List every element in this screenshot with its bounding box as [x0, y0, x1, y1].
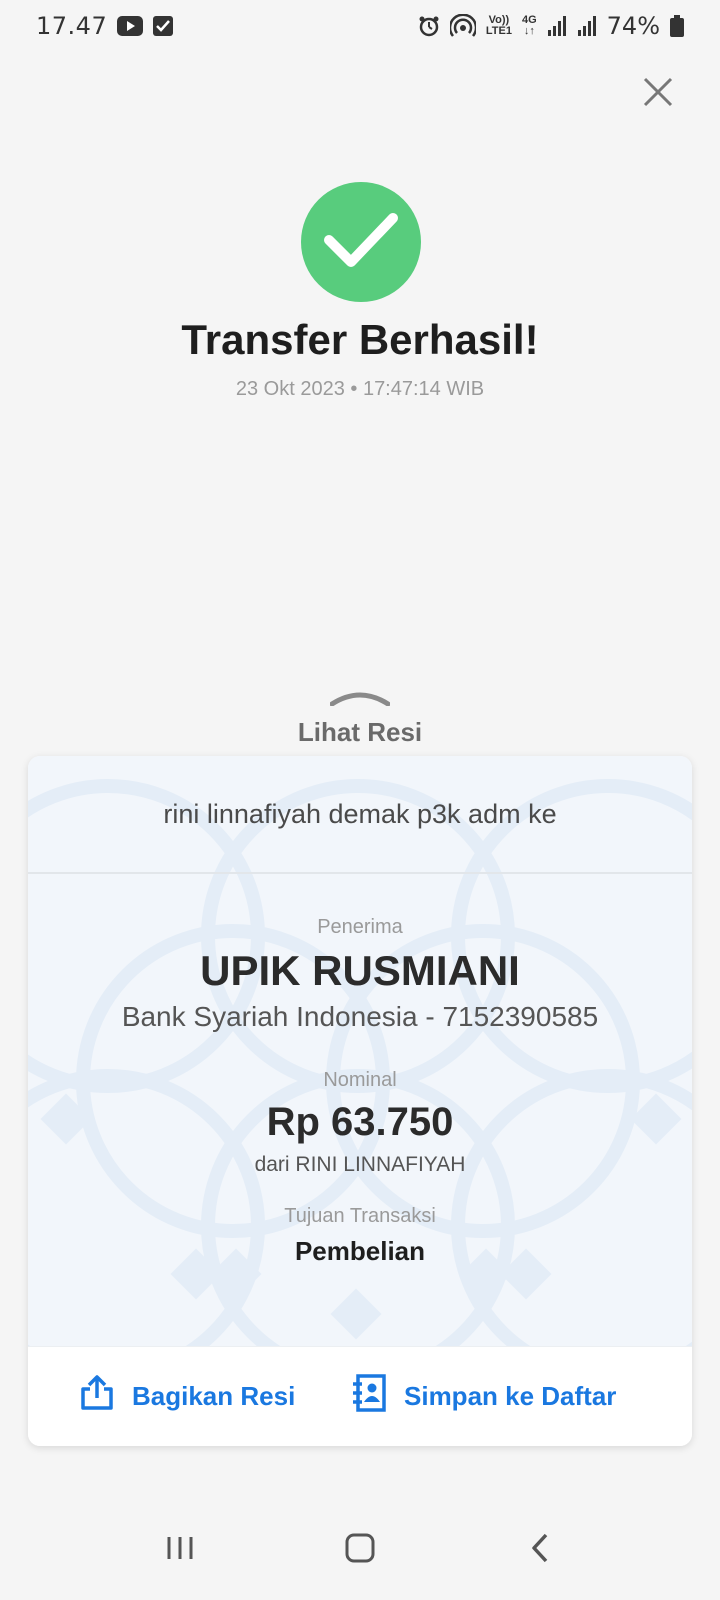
receipt-details: Penerima UPIK RUSMIANI Bank Syariah Indo…	[28, 874, 692, 1267]
transfer-note: rini linnafiyah demak p3k adm ke	[28, 756, 692, 874]
share-receipt-button[interactable]: Bagikan Resi	[80, 1375, 295, 1418]
save-to-list-button[interactable]: Simpan ke Daftar	[352, 1374, 616, 1419]
transfer-amount: Rp 63.750	[266, 1100, 454, 1144]
receipt-card: rini linnafiyah demak p3k adm ke Penerim…	[28, 756, 692, 1446]
receipt-actions: Bagikan Resi Simpan ke Daftar	[28, 1346, 692, 1446]
purpose-label: Tujuan Transaksi	[284, 1205, 436, 1227]
chevron-up-icon	[329, 690, 391, 711]
success-badge	[301, 182, 421, 302]
view-receipt-label: Lihat Resi	[297, 717, 423, 747]
checkbox-icon	[153, 16, 174, 36]
transaction-purpose: Pembelian	[294, 1236, 426, 1266]
close-button[interactable]	[638, 74, 678, 114]
recents-button[interactable]	[150, 1520, 210, 1580]
back-button[interactable]	[510, 1520, 570, 1580]
page-title: Transfer Berhasil!	[181, 316, 539, 363]
home-icon	[345, 1533, 375, 1568]
view-receipt-toggle[interactable]: Lihat Resi	[0, 690, 720, 748]
back-icon	[530, 1533, 550, 1568]
hotspot-icon	[449, 14, 476, 38]
navigation-bar	[0, 1500, 720, 1600]
battery-icon	[670, 15, 684, 37]
status-right: Vo)) LTE1 4G ↓↑ 74%	[418, 12, 684, 40]
lte-label: LTE1	[485, 25, 512, 37]
recents-icon	[166, 1535, 194, 1566]
youtube-icon	[117, 16, 144, 36]
status-left: 17.47	[36, 12, 174, 40]
transaction-datetime: 23 Okt 2023 • 17:47:14 WIB	[235, 378, 485, 400]
checkmark-icon	[321, 208, 401, 277]
volte-icon: Vo)) LTE1	[486, 15, 512, 37]
battery-percent: 74%	[606, 12, 660, 40]
close-icon	[643, 77, 673, 112]
signal-icon	[547, 16, 567, 36]
share-icon	[80, 1375, 114, 1418]
status-time: 17.47	[36, 12, 108, 40]
contact-book-icon	[352, 1374, 386, 1419]
recipient-name: UPIK RUSMIANI	[200, 947, 520, 994]
recipient-label: Penerima	[317, 916, 403, 938]
amount-label: Nominal	[323, 1069, 397, 1091]
sender-name: dari RINI LINNAFIYAH	[254, 1153, 466, 1176]
save-to-list-label: Simpan ke Daftar	[404, 1381, 617, 1411]
share-receipt-label: Bagikan Resi	[132, 1381, 296, 1411]
status-bar: 17.47 Vo)) LTE1 4G ↓↑ 74%	[0, 0, 720, 52]
signal-icon	[577, 16, 597, 36]
home-button[interactable]	[330, 1520, 390, 1580]
alarm-icon	[418, 15, 440, 37]
recipient-bank-account: Bank Syariah Indonesia - 7152390585	[121, 1001, 599, 1032]
4g-icon: 4G ↓↑	[521, 14, 537, 37]
